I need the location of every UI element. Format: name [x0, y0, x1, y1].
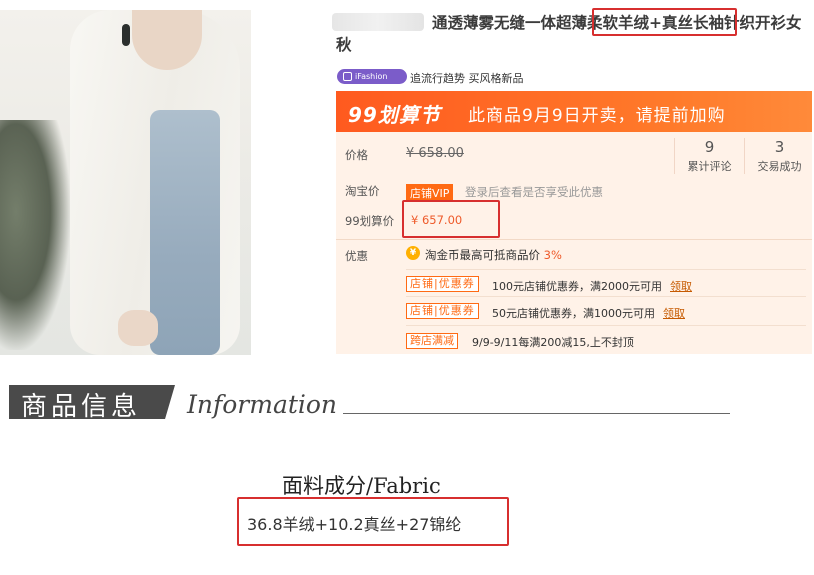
coupon-tag: 店铺|优惠券	[406, 276, 479, 292]
coupon-row: 100元店铺优惠券，满2000元可用 领取	[492, 278, 692, 294]
review-count[interactable]: 9 累计评论	[674, 138, 744, 174]
taobao-price-label: 淘宝价	[345, 184, 380, 198]
review-count-caption: 累计评论	[687, 160, 732, 173]
claim-coupon-link[interactable]: 领取	[663, 307, 685, 320]
coupon-text: 100元店铺优惠券，满2000元可用	[492, 280, 662, 293]
highlight-box-price	[402, 200, 500, 238]
coupon-text: 50元店铺优惠券，满1000元可用	[492, 307, 655, 320]
claim-coupon-link[interactable]: 领取	[670, 280, 692, 293]
transaction-count-caption: 交易成功	[757, 160, 802, 173]
ifashion-badge[interactable]: iFashion	[337, 69, 407, 84]
coin-text: 淘金币最高可抵商品价 3%	[425, 247, 562, 263]
cross-store-text: 9/9-9/11每满200减15,上不封顶	[472, 336, 634, 349]
panel-divider	[336, 239, 812, 240]
transaction-count-value: 3	[774, 138, 785, 156]
earring-shape	[122, 24, 130, 46]
ifashion-badge-label: iFashion	[355, 72, 388, 81]
info-heading-en: Information	[187, 390, 338, 419]
vip-note[interactable]: 登录后查看是否享受此优惠	[465, 184, 603, 200]
review-count-value: 9	[704, 138, 715, 156]
coin-icon: ¥	[406, 246, 420, 260]
plant-shape	[0, 120, 70, 350]
ifashion-icon	[343, 72, 352, 81]
banner-message: 此商品9月9日开卖，请提前加购	[468, 106, 726, 126]
transaction-count[interactable]: 3 交易成功	[744, 138, 814, 174]
coupon-tag: 店铺|优惠券	[406, 303, 479, 319]
coin-divider	[406, 269, 806, 270]
coupon-divider	[406, 296, 806, 297]
product-image[interactable]	[0, 10, 251, 355]
highlight-box-title	[592, 8, 737, 36]
promotions-label: 优惠	[345, 249, 368, 263]
price-panel: 价格 ¥ 658.00 9 累计评论 3 交易成功 淘宝价 店铺VIP 登录后查…	[336, 132, 812, 354]
promo-banner: 99划算节 此商品9月9日开卖，请提前加购	[336, 91, 812, 132]
coupon-row: 50元店铺优惠券，满1000元可用 领取	[492, 305, 685, 321]
cross-store-tag: 跨店满减	[406, 333, 458, 349]
ifashion-tagline: 追流行趋势 买风格新品	[410, 72, 524, 85]
price99-label: 99划算价	[345, 214, 395, 228]
hand-shape	[118, 310, 158, 346]
price-label: 价格	[345, 148, 368, 162]
dress-shape	[150, 110, 220, 355]
coupon-divider	[406, 325, 806, 326]
coin-text-body: 淘金币最高可抵商品价	[425, 248, 540, 262]
fabric-heading: 面料成分/Fabric	[282, 474, 441, 498]
original-price: ¥ 658.00	[406, 146, 464, 161]
highlight-box-fabric	[237, 497, 509, 546]
banner-logo: 99划算节	[348, 103, 441, 127]
product-title[interactable]: 通透薄雾无缝一体超薄柔软羊绒+真丝长袖针织开衫女秋	[336, 12, 812, 56]
info-heading-rule	[343, 413, 730, 414]
coin-percent: 3%	[543, 248, 562, 262]
info-heading-cn: 商品信息	[21, 392, 142, 422]
